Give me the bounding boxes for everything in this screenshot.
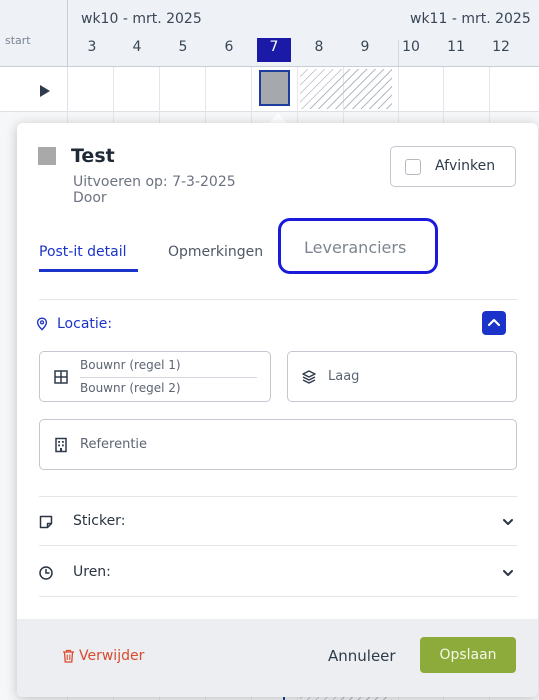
referentie-field[interactable]: Referentie [39,419,517,470]
day-3[interactable]: 3 [69,39,115,55]
day-12[interactable]: 12 [478,39,524,55]
divider [39,596,517,597]
bouwnr-line-2-input[interactable]: Bouwnr (regel 2) [80,381,181,395]
day-10[interactable]: 10 [388,39,434,55]
layers-icon [302,370,316,384]
day-8[interactable]: 8 [296,39,342,55]
tab-leveranciers[interactable]: Leveranciers [278,218,438,274]
sticker-icon [39,515,53,529]
start-column-header: start [0,0,68,66]
week-separator [398,40,399,66]
sticker-section-label[interactable]: Sticker: [73,513,125,529]
referentie-placeholder: Referentie [80,437,148,452]
popover-footer: Verwijder Annuleer Opslaan [17,619,538,697]
chevron-up-icon[interactable] [482,311,506,335]
grid-icon [54,370,68,384]
cancel-button[interactable]: Annuleer [328,647,396,665]
divider [39,299,517,300]
check-off-label: Afvinken [435,158,496,174]
play-icon[interactable] [40,85,50,97]
bouwnr-field[interactable]: Bouwnr (regel 1) Bouwnr (regel 2) [39,351,271,402]
bouwnr-divider [80,377,257,378]
delete-button[interactable]: Verwijder [79,648,144,664]
building-icon [55,437,67,453]
location-collapse-button[interactable] [482,311,506,335]
location-pin-icon [36,317,48,331]
uren-section-label[interactable]: Uren: [73,564,111,580]
execute-date: Uitvoeren op: 7-3-2025 [73,174,236,190]
active-tab-indicator [39,269,138,272]
postit-detail-popover: Test Uitvoeren op: 7-3-2025 Door Afvinke… [17,123,538,697]
assigned-by: Door [73,190,107,206]
postit-title: Test [71,145,115,167]
day-7[interactable]: 7 [251,39,297,55]
selected-postit-event[interactable] [259,70,290,106]
divider [39,496,517,497]
day-4[interactable]: 4 [114,39,160,55]
location-label: Locatie: [57,316,113,332]
checkbox-icon[interactable] [405,159,421,175]
trash-icon[interactable] [62,649,75,663]
tab-opmerkingen[interactable]: Opmerkingen [168,244,263,260]
bouwnr-line-1-input[interactable]: Bouwnr (regel 1) [80,358,181,372]
tab-postit-detail[interactable]: Post-it detail [39,244,127,260]
save-button[interactable]: Opslaan [420,637,516,673]
start-label: start [5,34,31,47]
calendar-header: start wk10 - mrt. 2025 wk11 - mrt. 2025 … [0,0,539,67]
day-5[interactable]: 5 [160,39,206,55]
laag-field[interactable]: Laag [287,351,517,402]
weekend-hatch [300,69,392,109]
week-label-wk10: wk10 - mrt. 2025 [81,11,202,27]
check-off-button[interactable]: Afvinken [390,146,516,187]
clock-icon [39,566,53,580]
chevron-down-icon[interactable] [501,515,515,529]
laag-placeholder: Laag [328,369,360,384]
week-label-wk11: wk11 - mrt. 2025 [410,11,531,27]
day-9[interactable]: 9 [342,39,388,55]
chevron-down-icon[interactable] [501,566,515,580]
divider [39,545,517,546]
row-expand-cell[interactable] [0,67,68,111]
day-11[interactable]: 11 [433,39,479,55]
postit-color-swatch[interactable] [38,147,56,165]
day-6[interactable]: 6 [206,39,252,55]
